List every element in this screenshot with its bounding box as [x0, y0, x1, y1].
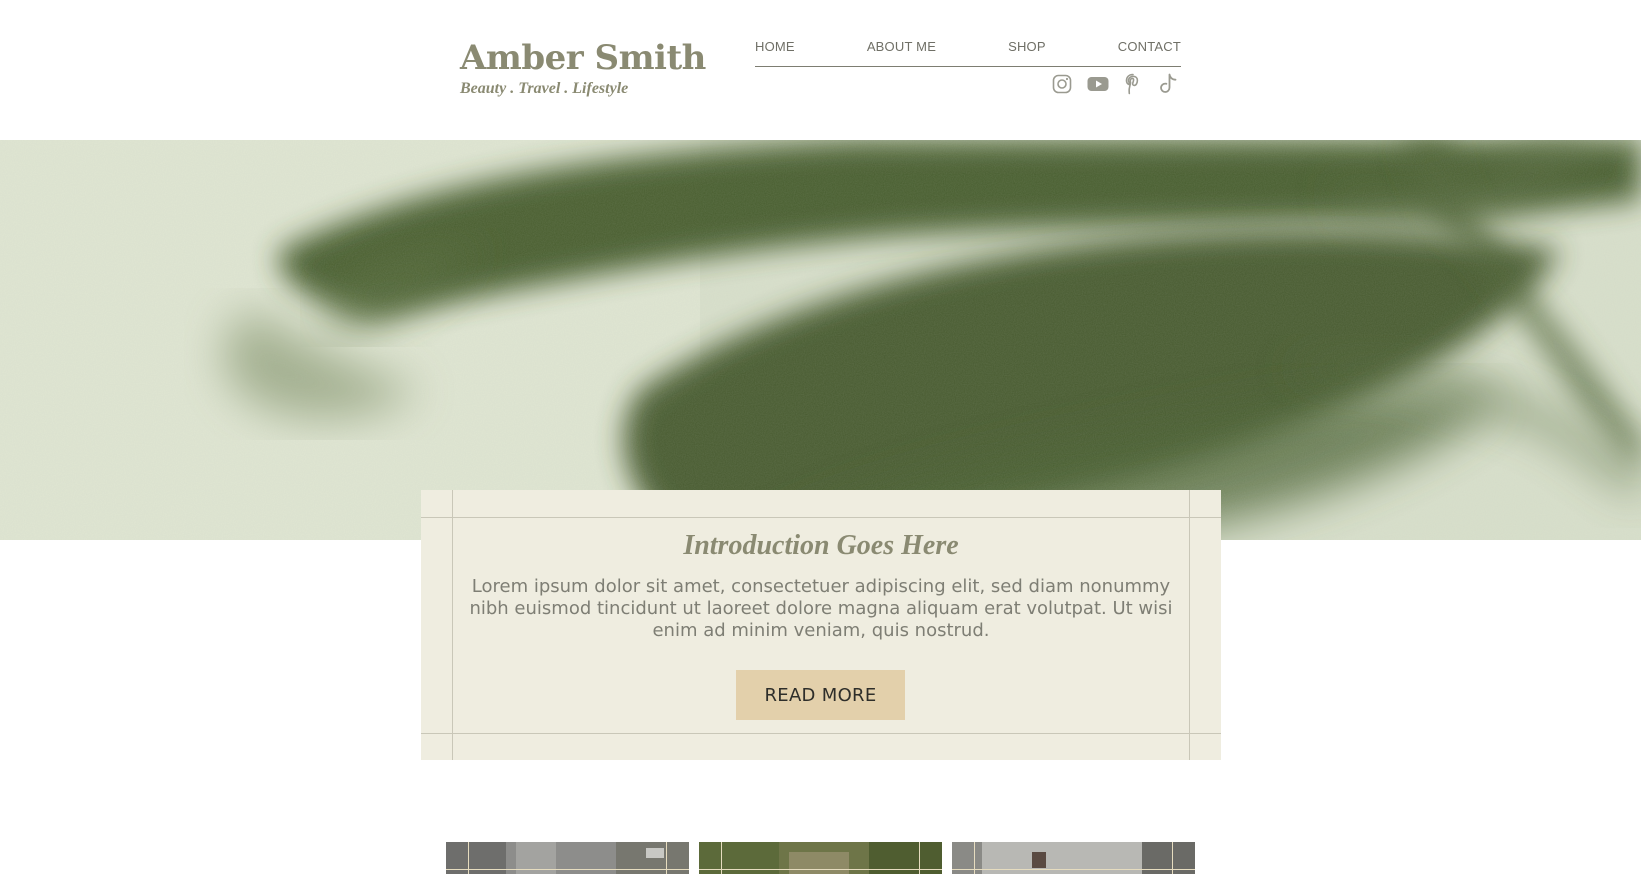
social-bar [1050, 72, 1181, 96]
site-tagline: Beauty . Travel . Lifestyle [460, 80, 629, 97]
nav-item-about-me[interactable]: ABOUT ME [867, 38, 936, 56]
main-nav: HOME ABOUT ME SHOP CONTACT [755, 38, 1181, 67]
intro-text: Lorem ipsum dolor sit amet, consectetuer… [469, 576, 1173, 641]
card-frame-line-top [421, 517, 1221, 518]
hero-image [0, 140, 1641, 540]
card-frame-line-bottom [421, 733, 1221, 734]
nav-item-shop[interactable]: SHOP [1008, 38, 1046, 56]
site-header: Amber Smith Beauty . Travel . Lifestyle … [0, 0, 1641, 140]
youtube-icon[interactable] [1086, 72, 1110, 96]
gallery-thumb-3[interactable] [952, 842, 1195, 874]
thumb-frame-line [699, 869, 942, 870]
instagram-icon[interactable] [1050, 72, 1074, 96]
gallery [446, 842, 1195, 874]
nav-item-home[interactable]: HOME [755, 38, 795, 56]
read-more-button[interactable]: READ MORE [736, 670, 905, 720]
intro-title: Introduction Goes Here [683, 530, 959, 561]
gallery-thumb-1[interactable] [446, 842, 689, 874]
nav-item-contact[interactable]: CONTACT [1118, 38, 1181, 56]
pinterest-icon[interactable] [1121, 72, 1145, 96]
thumb-frame-line [446, 869, 689, 870]
gallery-thumb-2[interactable] [699, 842, 942, 874]
site-title[interactable]: Amber Smith [460, 38, 706, 78]
thumb-frame-line [952, 869, 1195, 870]
tiktok-icon[interactable] [1157, 72, 1181, 96]
intro-card: Introduction Goes Here Lorem ipsum dolor… [421, 490, 1221, 760]
